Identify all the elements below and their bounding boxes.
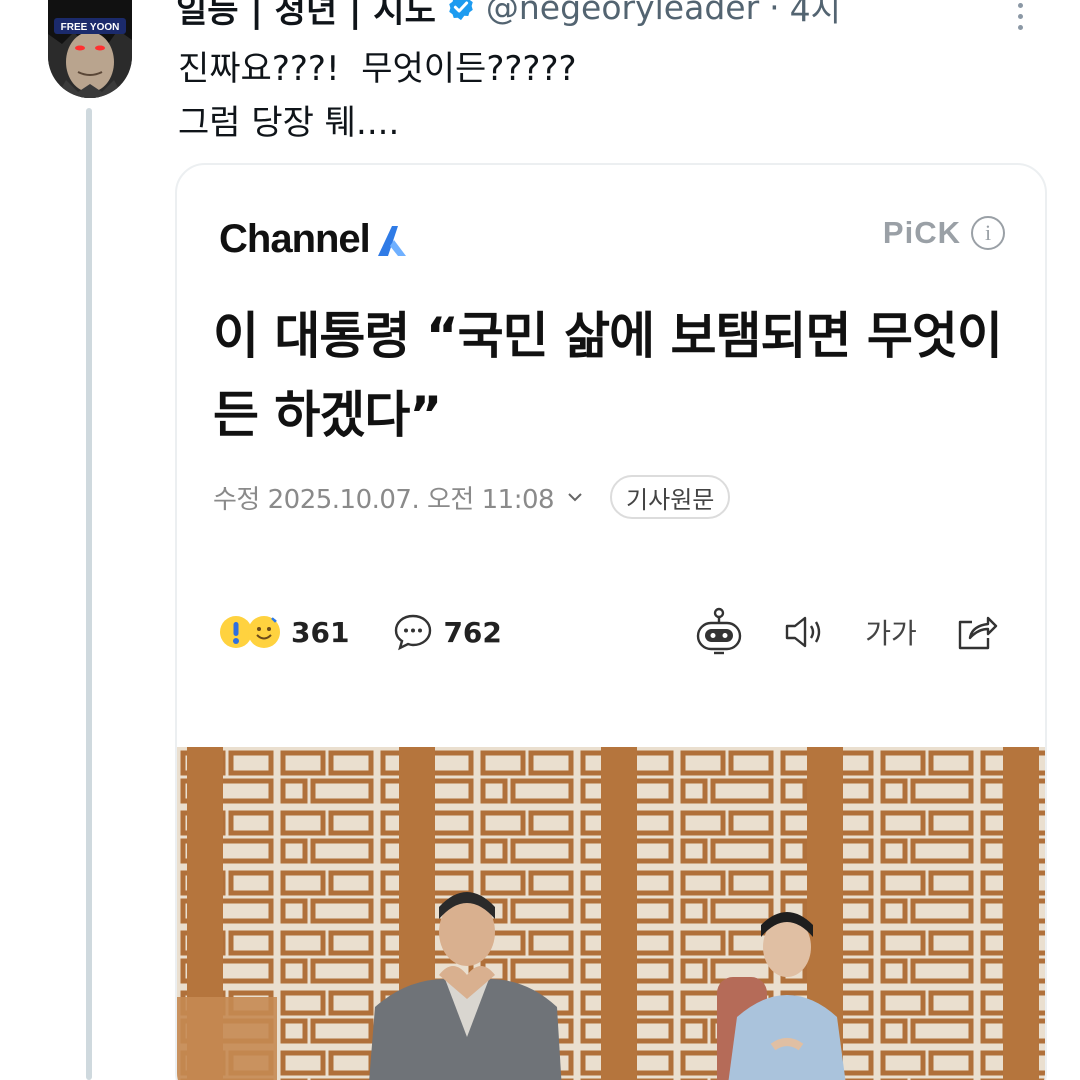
brand-logo: Channel (219, 217, 410, 262)
verified-badge-icon (449, 0, 473, 21)
robot-icon (696, 607, 742, 655)
reactions[interactable]: 361 (219, 615, 349, 649)
original-article-button[interactable]: 기사원문 (610, 475, 731, 519)
header-separator: · (769, 0, 780, 27)
avatar[interactable]: FREE YOON (48, 0, 132, 98)
comment-button[interactable]: 762 (393, 613, 502, 651)
share-icon (958, 616, 998, 650)
info-icon[interactable]: i (971, 216, 1005, 250)
comment-count: 762 (443, 615, 502, 649)
listen-button[interactable] (777, 607, 833, 657)
chevron-down-icon[interactable] (566, 488, 584, 506)
speaker-icon (785, 616, 821, 648)
article-actions: 361 762 가가 (219, 607, 1005, 657)
tweet-header: 일등 | 청년 | 시도 @negeoryleader · 4시 (176, 0, 841, 31)
channel-a-logo-icon (377, 225, 406, 256)
tweet-text: 진짜요???! 무엇이든????? 그럼 당장 퉤.... (178, 49, 577, 143)
brand-name: Channel (219, 217, 371, 261)
smile-emoji-icon (248, 616, 280, 648)
article-meta: 수정 2025.10.07. 오전 11:08 기사원문 (213, 475, 731, 519)
author-display-name[interactable]: 일등 | 청년 | 시도 (176, 0, 436, 32)
author-handle[interactable]: @negeoryleader (486, 0, 759, 27)
article-photo[interactable] (177, 747, 1045, 1080)
link-card[interactable]: Channel PiCK i 이 대통령 “국민 삶에 보탬되면 무엇이든 하겠… (175, 163, 1047, 1080)
reaction-count: 361 (291, 615, 350, 649)
share-button[interactable] (949, 607, 1005, 657)
avatar-headband-text: FREE YOON (61, 22, 120, 33)
ai-summary-button[interactable] (691, 607, 747, 657)
font-size-button[interactable]: 가가 (863, 607, 919, 657)
pick-badge: PiCK i (883, 215, 1005, 251)
pick-label: PiCK (882, 215, 961, 250)
font-size-label: 가가 (865, 617, 917, 650)
article-date: 수정 2025.10.07. 오전 11:08 (213, 484, 555, 515)
article-headline: 이 대통령 “국민 삶에 보탬되면 무엇이든 하겠다” (213, 307, 1003, 444)
tweet-time[interactable]: 4시 (790, 0, 841, 31)
comment-icon (395, 614, 432, 651)
more-dots-icon[interactable] (1008, 0, 1032, 32)
thread-line (86, 108, 92, 1080)
